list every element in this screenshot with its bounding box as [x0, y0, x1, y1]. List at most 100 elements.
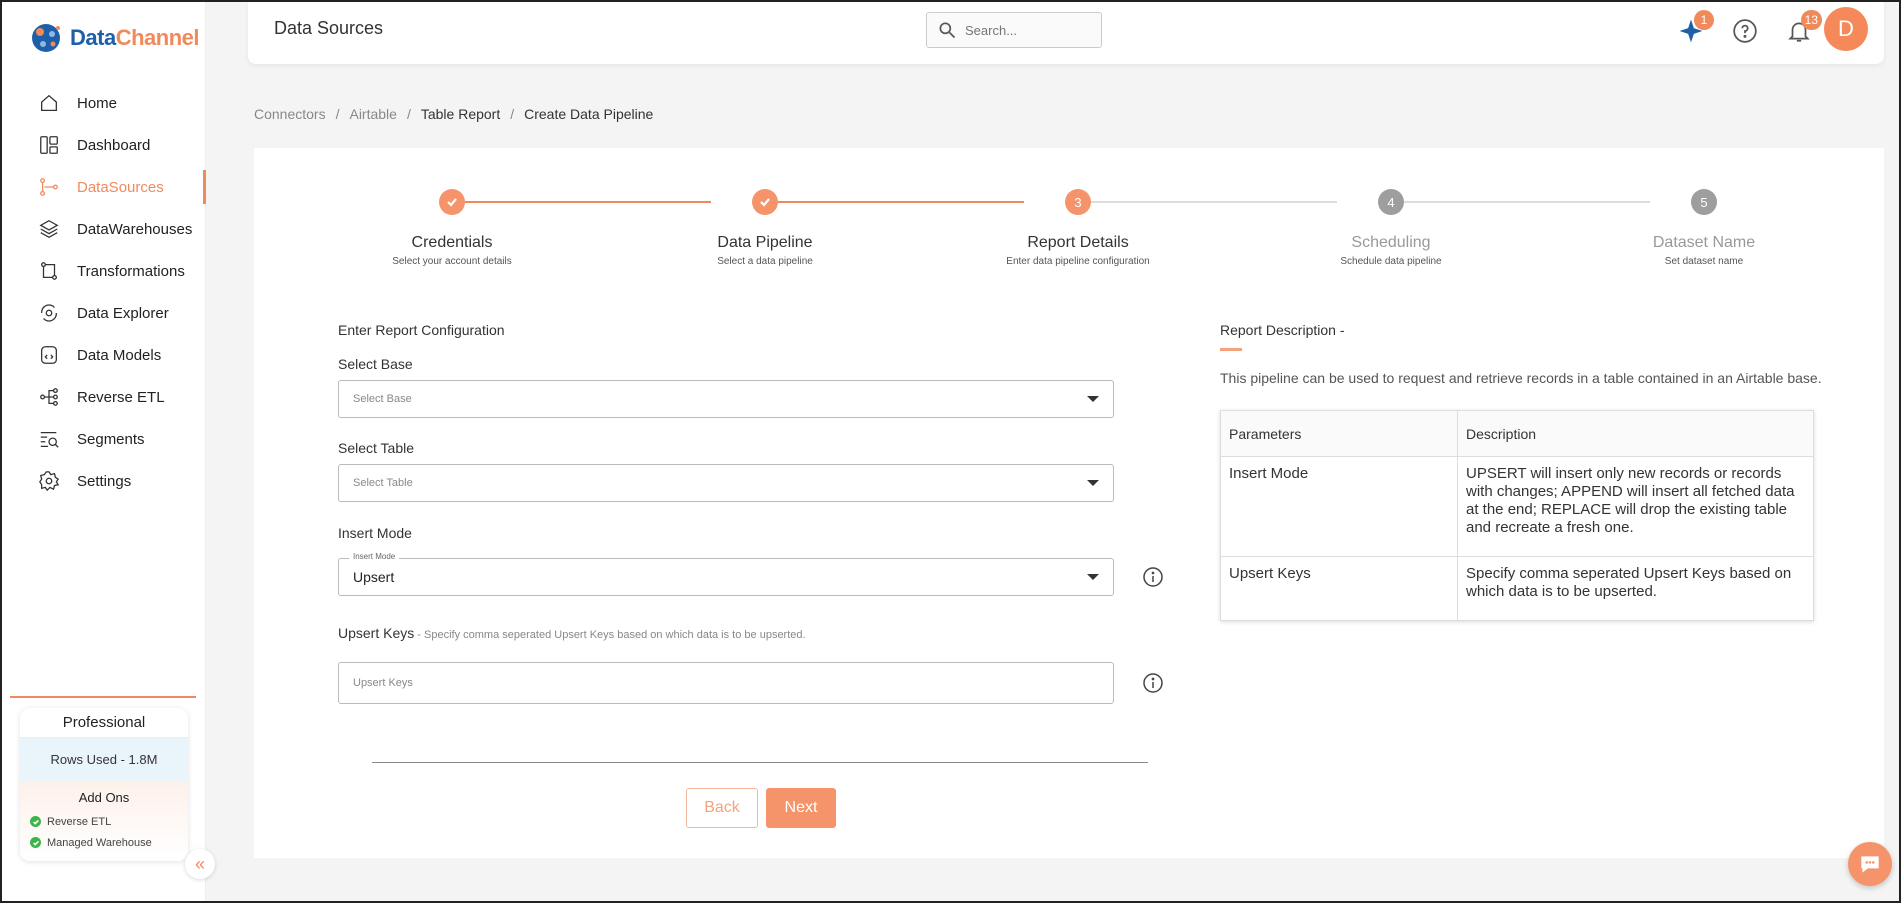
breadcrumb-current: Create Data Pipeline	[524, 106, 654, 122]
double-chevron-left-icon: «	[194, 853, 205, 874]
upsert-keys-hint: - Specify comma seperated Upsert Keys ba…	[414, 629, 806, 641]
select-table-placeholder: Select Table	[353, 477, 413, 489]
upsert-keys-label-row: Upsert Keys - Specify comma seperated Up…	[338, 625, 806, 641]
step-4-sub: Schedule data pipeline	[1340, 256, 1442, 267]
stepper-line-todo	[1404, 201, 1650, 203]
rows-used: Rows Used - 1.8M	[20, 738, 188, 782]
sidebar-item-home[interactable]: Home	[2, 82, 206, 124]
segments-icon	[40, 431, 59, 448]
datachannel-logo-icon	[32, 24, 60, 52]
plan-title: Professional	[20, 708, 188, 738]
insert-mode-dropdown[interactable]: Insert Mode Upsert	[338, 552, 1114, 596]
select-table-dropdown[interactable]: Select Table	[338, 464, 1114, 502]
sidebar-item-label: Segments	[77, 430, 145, 448]
step-2-dot	[752, 189, 778, 215]
breadcrumb-airtable[interactable]: Airtable	[349, 106, 396, 122]
insert-mode-info-button[interactable]	[1142, 566, 1164, 588]
sidebar-item-transformations[interactable]: Transformations	[2, 250, 206, 292]
sidebar-item-label: Reverse ETL	[77, 388, 165, 406]
insert-mode-legend: Insert Mode	[349, 552, 400, 561]
sidebar-item-label: Data Models	[77, 346, 162, 364]
upsert-keys-info-button[interactable]	[1142, 672, 1164, 694]
select-base-label: Select Base	[338, 356, 413, 372]
desc-cell: UPSERT will insert only new records or r…	[1457, 456, 1814, 557]
stepper-line-done	[778, 201, 1024, 203]
addon-item: Reverse ETL	[20, 811, 188, 832]
select-base-dropdown[interactable]: Select Base	[338, 380, 1114, 418]
addon-item: Managed Warehouse	[20, 832, 188, 853]
plan-divider	[10, 696, 196, 698]
sidebar-item-datawarehouses[interactable]: DataWarehouses	[2, 208, 206, 250]
upsert-keys-label: Upsert Keys	[338, 625, 415, 641]
sidebar-item-label: Dashboard	[77, 136, 151, 154]
table-header-row: Parameters Description	[1220, 410, 1814, 457]
breadcrumb-table-report[interactable]: Table Report	[421, 106, 500, 122]
sidebar-item-data-explorer[interactable]: Data Explorer	[2, 292, 206, 334]
help-icon	[1733, 19, 1757, 43]
sidebar-item-datasources[interactable]: DataSources	[2, 166, 206, 208]
title-accent-bar	[1220, 348, 1242, 351]
ai-sparkle-button[interactable]: 1	[1678, 10, 1714, 44]
collapse-sidebar-button[interactable]: «	[185, 849, 215, 879]
report-description-title: Report Description -	[1220, 322, 1345, 338]
next-button[interactable]: Next	[766, 788, 836, 828]
plan-card: Professional Rows Used - 1.8M Add Ons Re…	[20, 708, 188, 861]
step-4-label: Scheduling	[1351, 234, 1431, 251]
caret-down-icon	[1087, 396, 1099, 402]
search-box[interactable]	[926, 12, 1102, 48]
notifications-button[interactable]: 13	[1786, 10, 1822, 44]
form-divider	[372, 762, 1148, 763]
brand-logo[interactable]: DataChannel	[28, 20, 199, 56]
sidebar-item-dashboard[interactable]: Dashboard	[2, 124, 206, 166]
step-2-sub: Select a data pipeline	[717, 256, 813, 267]
main-card: Credentials Select your account details …	[254, 148, 1884, 858]
dashboard-icon	[40, 136, 58, 154]
insert-mode-label: Insert Mode	[338, 525, 412, 541]
insert-mode-value: Upsert	[353, 569, 395, 585]
table-row: Upsert Keys Specify comma seperated Upse…	[1220, 556, 1814, 621]
search-input[interactable]	[965, 22, 1085, 38]
stepper-line-done	[465, 201, 711, 203]
check-icon	[760, 198, 770, 207]
datasources-icon	[40, 178, 58, 196]
stepper-line-todo	[1091, 201, 1337, 203]
check-icon	[30, 816, 41, 827]
share-icon	[40, 388, 58, 406]
transform-icon	[41, 262, 57, 280]
upsert-keys-input[interactable]	[338, 662, 1114, 704]
sidebar-item-label: Data Explorer	[77, 304, 169, 322]
user-avatar[interactable]: D	[1824, 7, 1868, 51]
addon-label: Reverse ETL	[47, 815, 112, 828]
step-3-dot: 3	[1065, 189, 1091, 215]
models-icon	[41, 346, 57, 364]
step-1-dot	[439, 189, 465, 215]
caret-down-icon	[1087, 480, 1099, 486]
column-header: Description	[1457, 410, 1814, 457]
sidebar-nav: Home Dashboard DataSources DataWarehouse…	[2, 82, 206, 502]
back-button[interactable]: Back	[686, 788, 758, 828]
step-5-label: Dataset Name	[1652, 234, 1756, 251]
caret-down-icon	[1087, 574, 1099, 580]
addon-label: Managed Warehouse	[47, 836, 152, 849]
chat-support-button[interactable]	[1848, 842, 1892, 886]
sidebar-item-data-models[interactable]: Data Models	[2, 334, 206, 376]
help-button[interactable]	[1732, 18, 1758, 44]
step-5-sub: Set dataset name	[1664, 256, 1744, 267]
info-icon	[1143, 567, 1163, 587]
breadcrumb-connectors[interactable]: Connectors	[254, 106, 326, 122]
gear-icon	[39, 471, 60, 492]
search-icon	[939, 22, 956, 39]
sidebar-item-segments[interactable]: Segments	[2, 418, 206, 460]
column-header: Parameters	[1220, 410, 1458, 457]
breadcrumb-separator: /	[406, 106, 411, 122]
sidebar-item-reverse-etl[interactable]: Reverse ETL	[2, 376, 206, 418]
sidebar-item-settings[interactable]: Settings	[2, 460, 206, 502]
notifications-badge: 13	[1800, 10, 1822, 30]
brand-name: DataChannel	[70, 25, 199, 50]
parameters-table: Parameters Description Insert Mode UPSER…	[1220, 410, 1814, 621]
step-4-dot: 4	[1378, 189, 1404, 215]
step-2-label: Data Pipeline	[717, 234, 813, 251]
explorer-icon	[41, 304, 57, 322]
sidebar: DataChannel Home Dashboard DataSources D…	[2, 2, 206, 901]
form-heading: Enter Report Configuration	[338, 322, 505, 338]
